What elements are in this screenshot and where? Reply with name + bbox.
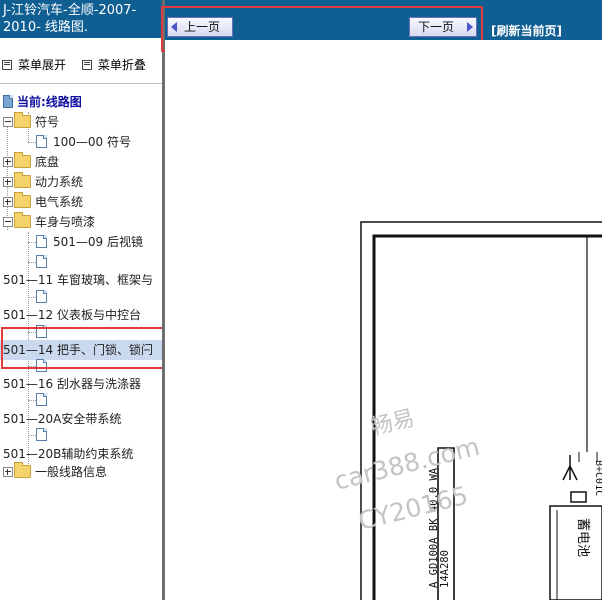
document-icon [36,359,47,372]
wiring-diagram: B+C01C A GD100A BK 40.0 WA 14A280 蓄电池 畅易… [331,221,602,600]
folder-icon [14,212,31,228]
tree-line [28,262,36,263]
menu-icon [2,59,12,70]
tree-item-100-00[interactable]: 100—00 符号 [36,132,131,152]
refresh-page-link[interactable]: [刷新当前页] [491,22,562,39]
collapse-icon[interactable] [3,216,13,227]
tree-item-501-16[interactable]: 501—16 刮水器与洗涤器 [3,374,141,394]
page-nav-bar: 上一页 下一页 [刷新当前页] [165,0,602,40]
tree-line [28,400,36,401]
menu-bar: 菜单展开 菜单折叠 [0,38,162,84]
tree-line [28,435,36,436]
prev-page-button[interactable]: 上一页 [167,17,233,37]
document-icon [36,325,47,338]
document-icon-row [36,356,53,376]
document-icon [36,393,47,406]
document-icon [36,235,47,248]
tree-line [28,366,36,367]
folder-icon [14,112,31,128]
document-icon [36,290,47,303]
menu-icon [81,59,92,70]
expand-icon[interactable] [3,176,13,187]
tree-folder-cheshen[interactable]: 车身与喷漆 [3,212,95,232]
tree-item-501-20a[interactable]: 501—20A安全带系统 [3,409,121,429]
folder-icon [14,152,31,168]
arrow-left-icon [171,22,177,32]
document-icon-row [36,425,53,445]
tree-item-501-11[interactable]: 501—11 车窗玻璃、框架与 [3,270,153,290]
tree-item-501-20b[interactable]: 501—20B辅助约束系统 [3,444,133,464]
tree-line [28,142,36,143]
monitor-icon [3,95,13,108]
arrow-right-icon [467,22,473,32]
collapse-icon[interactable] [3,116,13,127]
watermark-text: 畅易 [368,406,417,441]
tree-folder-yiban[interactable]: 一般线路信息 [3,462,107,482]
wire-code-label: 14A280 [439,550,451,588]
tree-line [28,297,36,298]
document-icon [36,135,47,148]
expand-icon[interactable] [3,466,13,477]
document-icon-row [36,287,53,307]
tree-folder-fuhao[interactable]: 符号 [3,112,59,132]
tree-item-501-09[interactable]: 501—09 后视镜 [36,232,143,252]
document-icon [36,255,47,268]
menu-expand-button[interactable]: 菜单展开 [2,56,72,73]
tree-line [28,242,36,243]
document-icon-row [36,322,53,342]
expand-icon[interactable] [3,196,13,207]
tree-folder-dongli[interactable]: 动力系统 [3,172,83,192]
folder-icon [14,192,31,208]
connector-label: B+C01C [593,460,602,496]
document-icon [36,428,47,441]
tree-folder-dipan[interactable]: 底盘 [3,152,59,172]
diagram-view[interactable]: B+C01C A GD100A BK 40.0 WA 14A280 蓄电池 畅易… [165,40,602,600]
next-page-button[interactable]: 下一页 [409,17,477,37]
sidebar: J-江铃汽车-全顺-2007-2010- 线路图. 菜单展开 菜单折叠 当前:线… [0,0,162,600]
tree-item-501-12[interactable]: 501—12 仪表板与中控台 [3,305,141,325]
component-label: 蓄电池 [575,518,590,557]
folder-icon [14,172,31,188]
tree-current-location: 当前:线路图 [3,92,82,112]
tree-line [28,332,36,333]
tree-folder-dianqi[interactable]: 电气系统 [3,192,83,212]
document-icon-row [36,252,53,272]
document-icon-row [36,390,53,410]
tree-item-501-14[interactable]: 501—14 把手、门锁、锁闩 [0,340,162,360]
expand-icon[interactable] [3,156,13,167]
sidebar-title: J-江铃汽车-全顺-2007-2010- 线路图. [0,0,162,38]
folder-icon [14,462,31,478]
menu-collapse-button[interactable]: 菜单折叠 [81,56,152,73]
